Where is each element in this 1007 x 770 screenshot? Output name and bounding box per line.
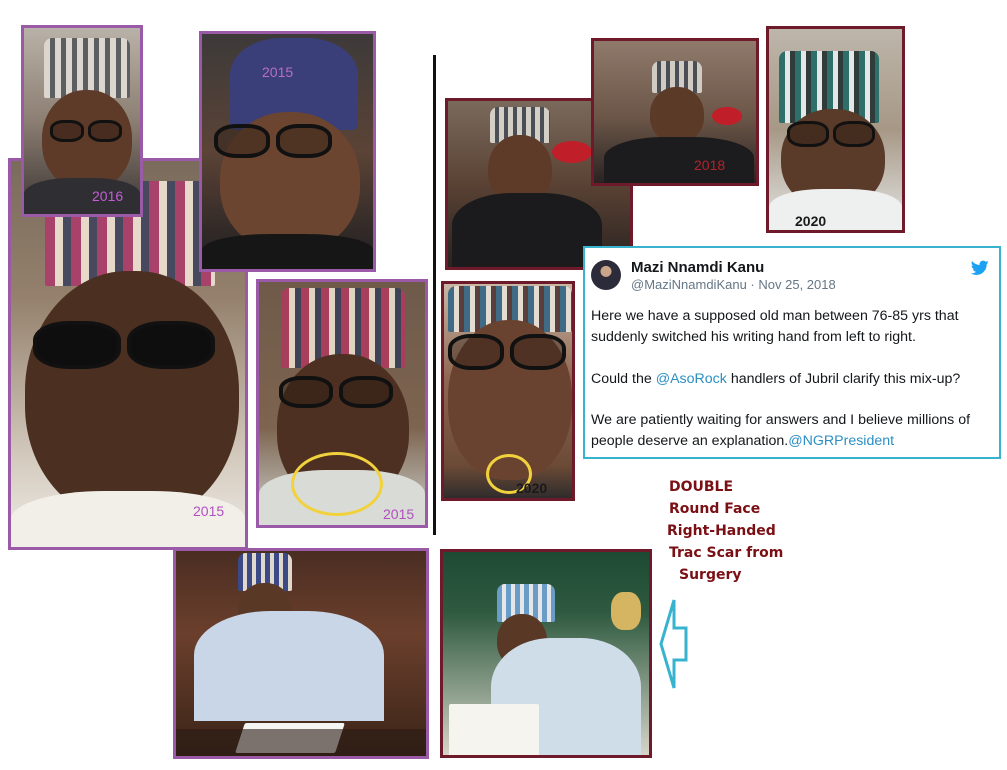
emblem-shape	[611, 592, 641, 630]
desk-shape	[176, 729, 426, 756]
photo-2018: 2018	[591, 38, 759, 186]
year-label: 2015	[383, 506, 415, 522]
mention-link[interactable]: @NGRPresident	[788, 433, 894, 449]
photo-2020-scar: 2020	[441, 281, 575, 501]
tweet-card: Mazi Nnamdi Kanu @MaziNnamdiKanu · Nov 2…	[583, 246, 1001, 459]
robe-shape	[769, 189, 902, 230]
photo-signing-2	[440, 549, 652, 758]
year-label: 2020	[795, 213, 827, 229]
tweet-text: We are patiently waiting for answers and…	[591, 412, 971, 449]
caption-line: Trac Scar from	[669, 545, 784, 561]
photo-2020-top: 2020	[766, 26, 905, 233]
tweet-text: Could the	[591, 371, 656, 387]
photo-2015-scar: 2015	[256, 279, 428, 528]
sunglasses-icon	[33, 321, 215, 369]
tweet-paragraph-1: Here we have a supposed old man between …	[591, 308, 959, 345]
year-label: 2020	[516, 480, 548, 496]
robe-shape	[452, 193, 602, 267]
tweet-meta: @MaziNnamdiKanu · Nov 25, 2018	[631, 277, 836, 292]
highlight-circle	[291, 452, 383, 516]
annotation-caption: DOUBLE Round Face Right-Handed Trac Scar…	[667, 476, 783, 586]
tweet-separator: ·	[746, 277, 759, 292]
year-label: 2015	[262, 64, 294, 80]
photo-2015-navy-cap: 2015	[199, 31, 376, 272]
paper-shape	[449, 704, 539, 755]
robe-shape	[194, 611, 384, 721]
caption-line: Surgery	[679, 567, 742, 583]
caption-line: Round Face	[669, 501, 761, 517]
mention-link[interactable]: @AsoRock	[656, 371, 727, 387]
cap-shape	[44, 38, 130, 98]
red-beret-shape	[552, 141, 592, 163]
photo-signing-1	[173, 548, 429, 759]
glasses-icon	[448, 334, 566, 370]
glasses-icon	[787, 121, 875, 147]
tweet-paragraph-2: Could the @AsoRock handlers of Jubril cl…	[591, 369, 993, 390]
caption-line: Right-Handed	[667, 523, 776, 539]
year-label: 2018	[694, 157, 726, 173]
year-label: 2015	[193, 503, 225, 519]
photo-2016: 2016	[21, 25, 143, 217]
tweet-author-name[interactable]: Mazi Nnamdi Kanu	[631, 259, 764, 276]
divider-line	[433, 55, 436, 535]
shirt-shape	[202, 234, 373, 269]
year-label: 2016	[92, 188, 124, 204]
tweet-paragraph-3: We are patiently waiting for answers and…	[591, 410, 993, 452]
face-shape	[25, 271, 239, 521]
avatar[interactable]	[591, 260, 621, 290]
tweet-date[interactable]: Nov 25, 2018	[758, 277, 835, 292]
glasses-icon	[214, 124, 332, 158]
caption-line: DOUBLE	[669, 479, 734, 495]
left-arrow-icon	[659, 599, 688, 689]
face-shape	[650, 87, 704, 143]
robe-shape	[11, 491, 245, 547]
glasses-icon	[279, 376, 393, 408]
tweet-handle[interactable]: @MaziNnamdiKanu	[631, 277, 747, 292]
red-beret-shape	[712, 107, 742, 125]
glasses-icon	[50, 120, 122, 142]
tweet-text: handlers of Jubril clarify this mix-up?	[726, 371, 961, 387]
twitter-bird-icon[interactable]	[971, 260, 989, 276]
robe-shape	[604, 137, 754, 183]
